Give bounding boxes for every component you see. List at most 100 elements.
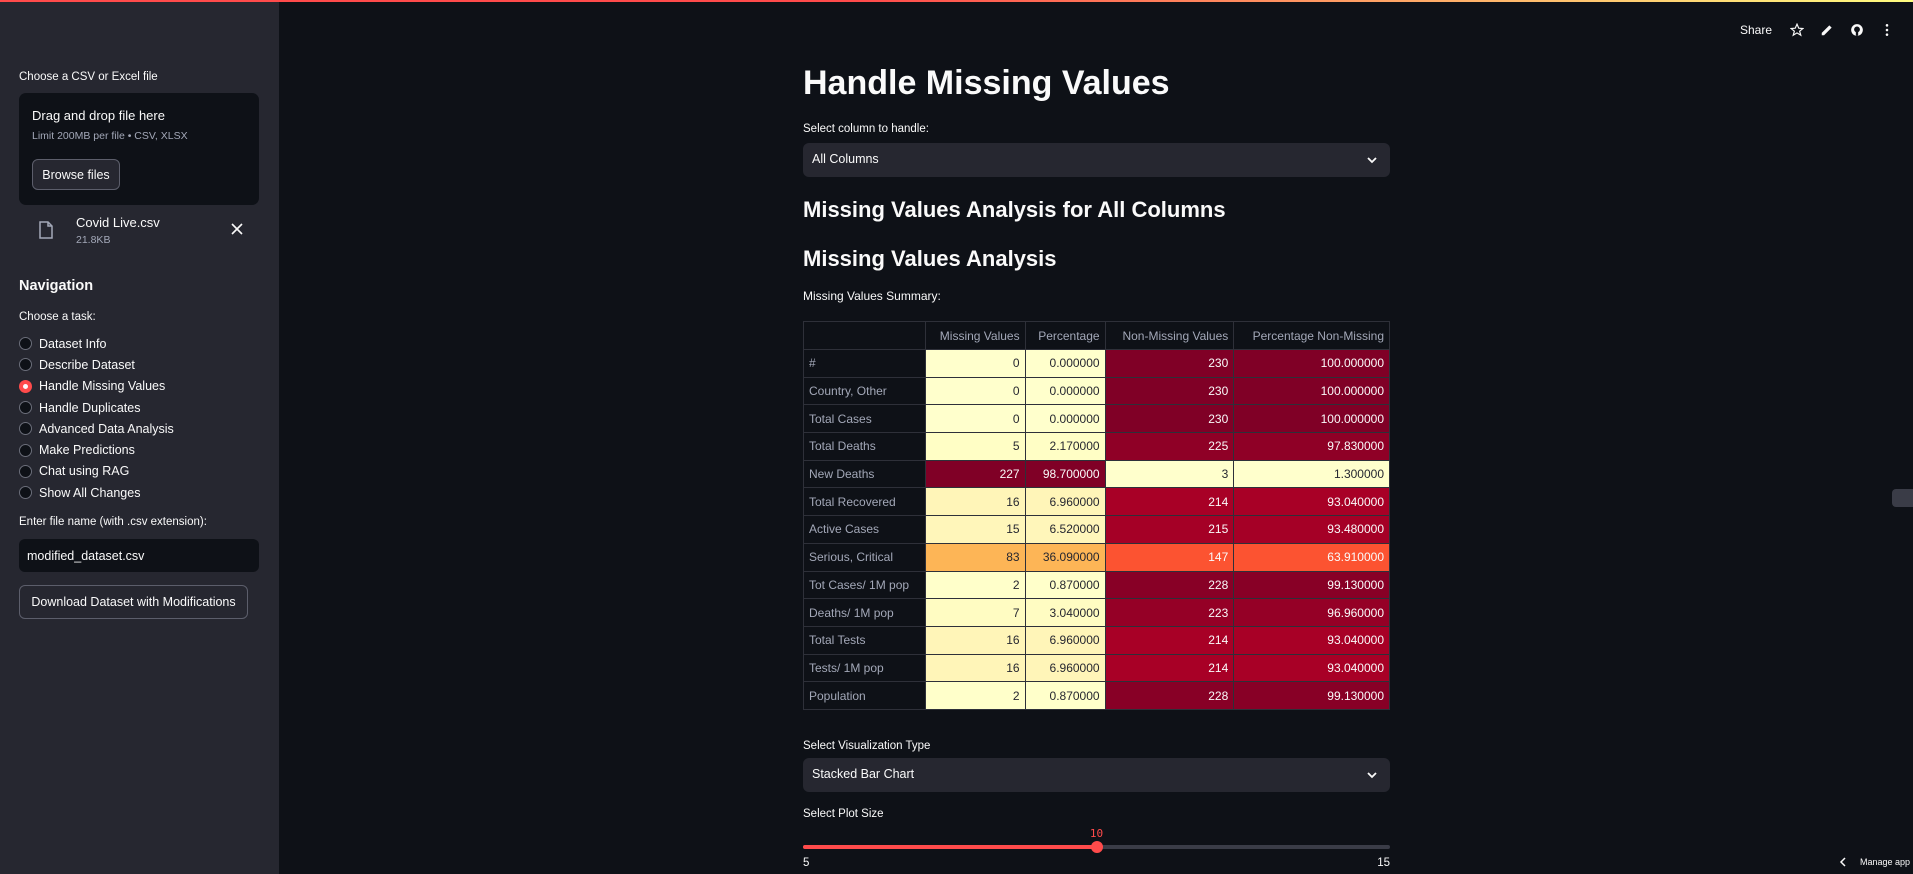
table-header-row: Missing Values Percentage Non-Missing Va… bbox=[803, 321, 1390, 350]
share-button[interactable]: Share bbox=[1740, 23, 1772, 37]
row-header: Total Tests bbox=[803, 625, 926, 655]
star-icon[interactable] bbox=[1790, 23, 1805, 37]
download-dataset-button[interactable]: Download Dataset with Modifications bbox=[19, 585, 248, 619]
dropzone-title: Drag and drop file here bbox=[32, 108, 165, 123]
task-radio-item[interactable]: Chat using RAG bbox=[19, 461, 259, 482]
table-cell: 147 bbox=[1104, 542, 1235, 572]
app-toolbar: Share bbox=[1740, 20, 1910, 40]
github-icon[interactable] bbox=[1850, 23, 1864, 37]
browse-files-button[interactable]: Browse files bbox=[32, 159, 120, 190]
chevron-left-icon bbox=[1839, 857, 1846, 867]
chevron-down-icon bbox=[1367, 772, 1377, 779]
analysis-heading: Missing Values Analysis for All Columns bbox=[803, 197, 1226, 222]
radio-label: Chat using RAG bbox=[39, 464, 130, 479]
task-radio-item[interactable]: Dataset Info bbox=[19, 333, 259, 354]
task-radio-item[interactable]: Make Predictions bbox=[19, 439, 259, 460]
table-cell: 214 bbox=[1104, 625, 1235, 655]
row-header: # bbox=[803, 349, 926, 378]
column-select-value: All Columns bbox=[812, 152, 879, 166]
table-cell: 2.170000 bbox=[1024, 432, 1106, 461]
table-row: Total Recovered 16 6.960000 214 93.040000 bbox=[803, 487, 1390, 517]
table-row: New Deaths 227 98.700000 3 1.300000 bbox=[803, 459, 1390, 489]
table-row: #0 0.000000 230 100.000000 bbox=[803, 349, 1390, 378]
table-cell: 97.830000 bbox=[1233, 432, 1390, 461]
plot-size-label: Select Plot Size bbox=[803, 808, 884, 820]
plot-size-slider[interactable] bbox=[803, 841, 1390, 853]
table-cell: 6.960000 bbox=[1024, 625, 1106, 655]
row-header: Tot Cases/ 1M pop bbox=[803, 570, 926, 600]
table-row: Total Cases 0 0.000000 230 100.000000 bbox=[803, 404, 1390, 434]
table-cell: 3.040000 bbox=[1024, 598, 1106, 627]
radio-button[interactable] bbox=[19, 379, 32, 393]
radio-label: Advanced Data Analysis bbox=[39, 421, 174, 436]
table-cell: 230 bbox=[1104, 404, 1235, 434]
edit-pencil-icon[interactable] bbox=[1820, 23, 1834, 37]
file-name: Covid Live.csv bbox=[76, 215, 160, 230]
viz-type-select[interactable]: Stacked Bar Chart bbox=[803, 758, 1390, 792]
table-cell: 5 bbox=[924, 432, 1026, 461]
table-cell: 15 bbox=[924, 515, 1026, 544]
radio-label: Handle Missing Values bbox=[39, 379, 166, 394]
table-cell: 93.480000 bbox=[1233, 515, 1390, 544]
remove-file-icon[interactable] bbox=[230, 222, 244, 236]
radio-button[interactable] bbox=[19, 443, 32, 457]
radio-button[interactable] bbox=[19, 486, 32, 500]
task-radio-item[interactable]: Describe Dataset bbox=[19, 354, 259, 375]
table-cell: 100.000000 bbox=[1233, 376, 1390, 406]
page-title: Handle Missing Values bbox=[803, 64, 1170, 102]
task-radio-item[interactable]: Advanced Data Analysis bbox=[19, 418, 259, 439]
sidebar: Choose a CSV or Excel file Drag and drop… bbox=[0, 2, 279, 874]
top-decoration-bar bbox=[0, 0, 1913, 2]
manage-app-label: Manage app bbox=[1860, 857, 1911, 867]
task-radio-item[interactable]: Show All Changes bbox=[19, 482, 259, 503]
radio-button[interactable] bbox=[19, 337, 32, 351]
table-row: Active Cases 15 6.520000 215 93.480000 bbox=[803, 515, 1390, 544]
row-header: Population bbox=[803, 681, 926, 710]
column-header[interactable]: Missing Values bbox=[924, 321, 1026, 350]
table-cell: 0 bbox=[924, 376, 1026, 406]
manage-app-button[interactable]: Manage app bbox=[1838, 857, 1910, 867]
table-cell: 214 bbox=[1104, 487, 1235, 517]
radio-button[interactable] bbox=[19, 422, 32, 436]
column-select[interactable]: All Columns bbox=[803, 143, 1390, 177]
radio-button[interactable] bbox=[19, 401, 32, 415]
radio-label: Make Predictions bbox=[39, 443, 135, 458]
dropzone-subtitle: Limit 200MB per file • CSV, XLSX bbox=[32, 130, 188, 142]
table-cell: 16 bbox=[924, 487, 1026, 517]
table-cell: 98.700000 bbox=[1024, 459, 1106, 489]
column-header[interactable]: Percentage bbox=[1024, 321, 1106, 350]
table-cell: 99.130000 bbox=[1233, 681, 1390, 710]
column-header[interactable]: Percentage Non-Missing bbox=[1233, 321, 1390, 350]
radio-button[interactable] bbox=[19, 358, 32, 372]
viz-type-value: Stacked Bar Chart bbox=[812, 767, 915, 781]
table-cell: 96.960000 bbox=[1233, 598, 1390, 627]
table-cell: 83 bbox=[924, 542, 1026, 572]
radio-label: Show All Changes bbox=[39, 485, 141, 500]
table-cell: 100.000000 bbox=[1233, 349, 1390, 378]
table-cell: 2 bbox=[924, 570, 1026, 600]
task-radio-item[interactable]: Handle Missing Values bbox=[19, 376, 259, 397]
table-row: Total Deaths 5 2.170000 225 97.830000 bbox=[803, 432, 1390, 461]
table-cell: 93.040000 bbox=[1233, 625, 1390, 655]
table-row: Serious, Critical 83 36.090000 147 63.910000 bbox=[803, 542, 1390, 572]
column-header[interactable]: Non-Missing Values bbox=[1104, 321, 1235, 350]
row-header: New Deaths bbox=[803, 459, 926, 489]
task-radio-item[interactable]: Handle Duplicates bbox=[19, 397, 259, 418]
file-icon bbox=[39, 221, 53, 239]
filename-label: Enter file name (with .csv extension): bbox=[19, 516, 207, 528]
row-header: Total Cases bbox=[803, 404, 926, 434]
slider-thumb[interactable] bbox=[1090, 841, 1103, 853]
table-cell: 0 bbox=[924, 404, 1026, 434]
table-cell: 93.040000 bbox=[1233, 487, 1390, 517]
keyboard-icon[interactable] bbox=[1892, 489, 1913, 507]
filename-input[interactable] bbox=[19, 539, 259, 572]
table-cell: 227 bbox=[924, 459, 1026, 489]
table-cell: 63.910000 bbox=[1233, 542, 1390, 572]
radio-label: Describe Dataset bbox=[39, 357, 135, 372]
column-header[interactable] bbox=[803, 321, 926, 350]
more-menu-icon[interactable] bbox=[1880, 23, 1894, 37]
table-cell: 6.520000 bbox=[1024, 515, 1106, 544]
table-cell: 214 bbox=[1104, 653, 1235, 683]
radio-button[interactable] bbox=[19, 464, 32, 478]
file-dropzone[interactable]: Drag and drop file here Limit 200MB per … bbox=[19, 93, 259, 205]
